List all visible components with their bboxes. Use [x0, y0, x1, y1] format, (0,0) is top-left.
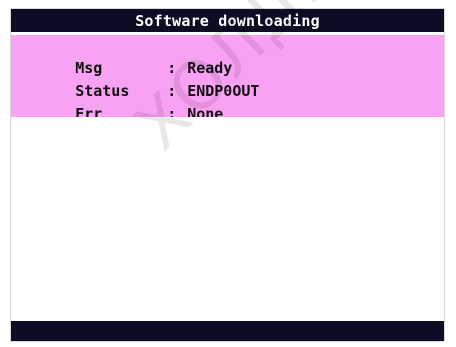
bottom-status-bar [11, 321, 444, 341]
empty-content-area [11, 117, 444, 321]
